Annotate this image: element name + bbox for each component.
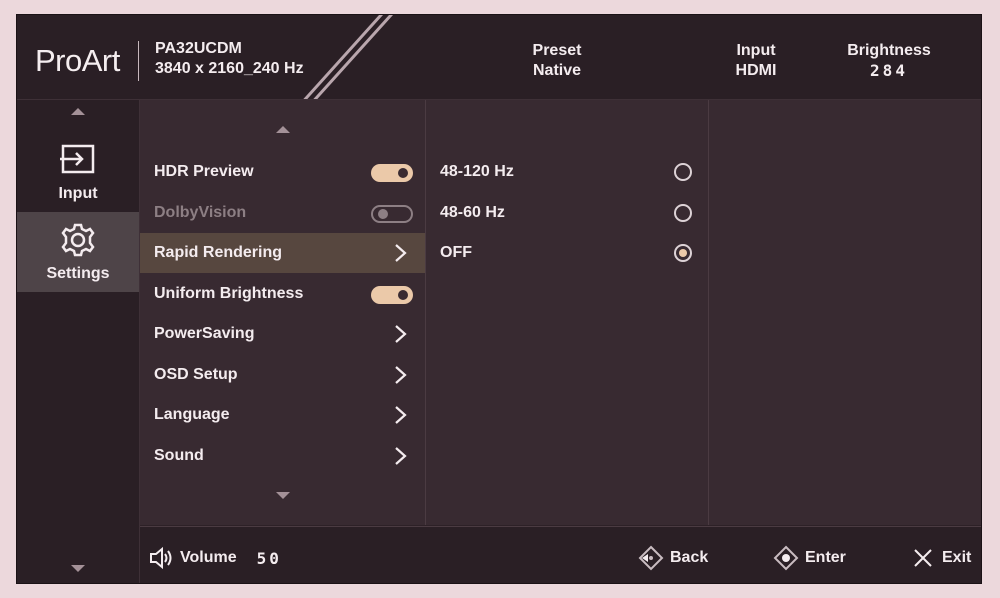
menu-scroll-down-icon[interactable] [276,492,290,499]
menu-item-label: Uniform Brightness [154,285,304,302]
osd-window: ProArt PA32UCDM 3840 x 2160_240 Hz Prese… [16,14,982,584]
enter-label: Enter [805,549,846,566]
brightness-value: 284 [870,61,908,80]
model-info: PA32UCDM 3840 x 2160_240 Hz [155,39,304,79]
back-label: Back [670,549,709,566]
dolbyvision-toggle [371,205,413,223]
speaker-icon [150,546,172,570]
menu-item-powersaving[interactable]: PowerSaving [140,314,425,354]
scroll-down-icon[interactable] [71,565,85,572]
proart-logo: ProArt [35,43,120,78]
input-value: HDMI [735,62,777,79]
sidebar: Input Settings [17,100,140,583]
sidebar-item-settings[interactable]: Settings [17,212,139,292]
dpad-enter-icon [773,545,799,571]
dpad-back-icon [638,545,664,571]
volume-value: 50 [256,548,282,568]
input-icon [60,144,95,174]
resolution-text: 3840 x 2160_240 Hz [155,60,304,77]
close-icon [914,549,932,567]
sidebar-item-label: Settings [46,265,110,282]
brightness-label: Brightness [847,42,931,59]
model-name: PA32UCDM [155,40,242,57]
menu-item-label: HDR Preview [154,163,254,180]
menu-item-language[interactable]: Language [140,395,425,435]
volume-label: Volume [180,549,237,566]
chevron-right-icon [395,244,407,262]
option-label: OFF [440,244,472,261]
menu-item-label: Language [154,406,230,423]
brightness-block: Brightness 284 [843,41,935,81]
radio-off[interactable] [674,244,692,262]
menu-item-sound[interactable]: Sound [140,436,425,476]
rapid-rendering-submenu: 48-120 Hz 48-60 Hz OFF [426,100,709,525]
menu-item-rapid-rendering[interactable]: Rapid Rendering [140,233,425,273]
option-off[interactable]: OFF [426,233,708,273]
option-label: 48-60 Hz [440,204,505,221]
volume-control[interactable]: Volume 50 [148,545,282,571]
preset-value: Native [532,62,582,79]
chevron-right-icon [395,406,407,424]
hdr-preview-toggle[interactable] [371,164,413,182]
menu-item-label: Sound [154,447,204,464]
menu-item-label: OSD Setup [154,366,238,383]
preset-label: Preset [532,42,582,59]
menu-item-label: Rapid Rendering [154,244,283,261]
back-button[interactable]: Back [638,545,708,571]
option-48-60hz[interactable]: 48-60 Hz [426,193,708,233]
gear-icon [61,223,95,257]
settings-menu: HDR Preview DolbyVision Rapid Rendering … [140,100,426,525]
input-label: Input [736,42,776,59]
radio-48-120hz[interactable] [674,163,692,181]
detail-panel [709,100,981,525]
logo-divider [138,41,139,81]
exit-label: Exit [942,549,972,566]
menu-scroll-up-icon[interactable] [276,126,290,133]
header-bar: ProArt PA32UCDM 3840 x 2160_240 Hz Prese… [17,15,981,100]
menu-item-dolbyvision: DolbyVision [140,193,425,233]
preset-block: Preset Native [517,41,597,81]
scroll-up-icon[interactable] [71,108,85,115]
enter-button[interactable]: Enter [773,545,846,571]
option-48-120hz[interactable]: 48-120 Hz [426,152,708,192]
chevron-right-icon [395,366,407,384]
sidebar-item-label: Input [58,185,98,202]
header-stripe [313,15,393,99]
chevron-right-icon [395,325,407,343]
exit-button[interactable]: Exit [910,545,971,571]
sidebar-item-input[interactable]: Input [17,132,139,212]
radio-48-60hz[interactable] [674,204,692,222]
input-block: Input HDMI [721,41,791,81]
header-stripe [303,15,383,99]
menu-item-label: DolbyVision [154,204,247,221]
menu-item-osd-setup[interactable]: OSD Setup [140,355,425,395]
chevron-right-icon [395,447,407,465]
menu-item-label: PowerSaving [154,325,255,342]
menu-item-hdr-preview[interactable]: HDR Preview [140,152,425,192]
menu-item-uniform-brightness[interactable]: Uniform Brightness [140,274,425,314]
option-label: 48-120 Hz [440,163,514,180]
uniform-brightness-toggle[interactable] [371,286,413,304]
footer-bar: Volume 50 Back Enter Exit [140,526,981,583]
